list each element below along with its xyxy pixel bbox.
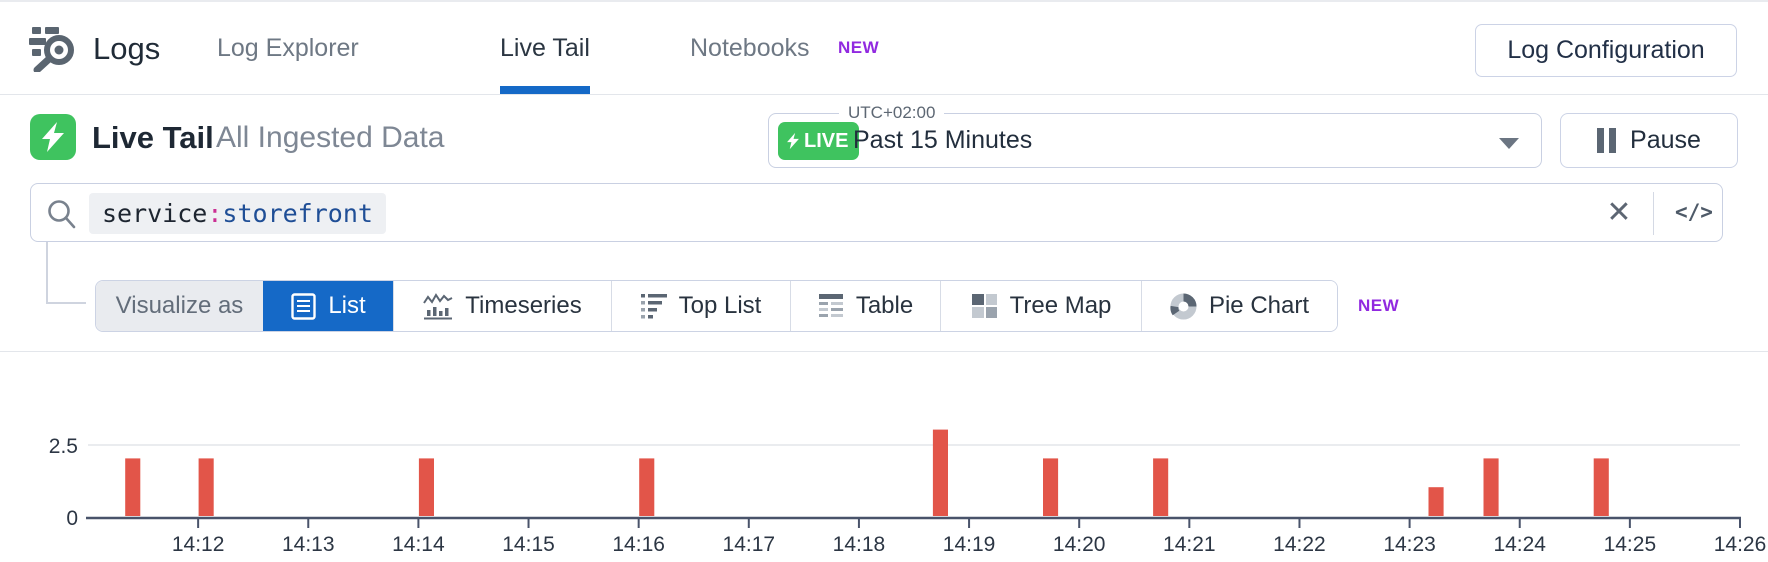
pie-chart-new-badge: NEW [1358, 296, 1399, 316]
log-volume-chart[interactable]: 0 2.5 14:12 14:13 14:14 14:15 14:16 14:17 14:18 1… [0, 362, 1768, 562]
list-icon [291, 293, 316, 320]
clear-search-icon[interactable]: ✕ [1603, 184, 1635, 243]
pause-icon [1597, 128, 1616, 153]
page-title: Live Tail [92, 120, 214, 156]
time-range-picker[interactable]: UTC+02:00 LIVE Past 15 Minutes [768, 113, 1542, 168]
tab-log-explorer[interactable]: Log Explorer [217, 2, 359, 94]
svg-text:14:21: 14:21 [1163, 533, 1216, 556]
logs-logo[interactable]: Logs [28, 26, 160, 72]
tab-live-tail[interactable]: Live Tail [500, 2, 590, 94]
logs-icon [28, 26, 78, 72]
connector-line [46, 242, 48, 304]
time-range-value: Past 15 Minutes [853, 114, 1032, 167]
svg-text:14:16: 14:16 [612, 533, 665, 556]
query-field: service [102, 199, 207, 228]
connector-line [46, 302, 86, 304]
timeseries-icon [423, 293, 453, 320]
lightning-bolt-icon [786, 132, 800, 150]
lightning-bolt-icon [40, 122, 66, 152]
app-title: Logs [93, 31, 160, 67]
svg-text:14:17: 14:17 [723, 533, 776, 556]
live-tail-icon [30, 114, 76, 160]
active-tab-underline [500, 86, 590, 94]
tab-notebooks[interactable]: Notebooks [690, 2, 810, 94]
chevron-down-icon [1499, 138, 1519, 149]
top-nav: Logs Log Explorer Live Tail Notebooks NE… [0, 0, 1768, 95]
code-view-icon[interactable]: </> [1667, 184, 1721, 243]
query-value: storefront [222, 199, 373, 228]
query-separator: : [207, 199, 222, 228]
svg-text:14:13: 14:13 [282, 533, 335, 556]
query-token[interactable]: service:storefront [89, 193, 386, 234]
log-configuration-button[interactable]: Log Configuration [1475, 24, 1737, 77]
svg-text:0: 0 [66, 507, 78, 530]
bar-chart: 0 2.5 14:12 14:13 14:14 14:15 14:16 14:17 14:18 1… [0, 362, 1768, 562]
svg-text:14:18: 14:18 [833, 533, 886, 556]
notebooks-new-badge: NEW [838, 38, 879, 58]
viz-table-button[interactable]: Table [790, 281, 940, 331]
viz-pie-chart-button[interactable]: Pie Chart [1141, 281, 1337, 331]
svg-text:14:14: 14:14 [392, 533, 445, 556]
pause-button[interactable]: Pause [1560, 113, 1738, 168]
svg-text:14:23: 14:23 [1383, 533, 1436, 556]
live-tail-page: Logs Log Explorer Live Tail Notebooks NE… [0, 0, 1768, 562]
svg-text:14:12: 14:12 [172, 533, 225, 556]
pie-chart-icon [1170, 293, 1197, 320]
svg-text:14:24: 14:24 [1493, 533, 1546, 556]
svg-text:14:20: 14:20 [1053, 533, 1106, 556]
svg-text:2.5: 2.5 [49, 435, 78, 458]
section-divider [0, 351, 1768, 352]
viz-list-button[interactable]: List [263, 281, 393, 331]
svg-text:14:22: 14:22 [1273, 533, 1326, 556]
tree-map-icon [971, 293, 998, 319]
svg-text:14:19: 14:19 [943, 533, 996, 556]
visualize-as-label: Visualize as [96, 281, 263, 331]
svg-text:14:26: 14:26 [1714, 533, 1767, 556]
svg-text:14:15: 14:15 [502, 533, 555, 556]
page-subtitle: All Ingested Data [216, 121, 444, 155]
viz-timeseries-button[interactable]: Timeseries [393, 281, 611, 331]
log-search-bar[interactable]: service:storefront ✕ </> [30, 183, 1723, 242]
search-icon [45, 198, 77, 230]
visualize-toolbar: Visualize as List Timeseries [95, 280, 1338, 332]
viz-tree-map-button[interactable]: Tree Map [940, 281, 1141, 331]
table-icon [818, 293, 844, 320]
live-badge: LIVE [778, 122, 859, 160]
top-list-icon [641, 293, 667, 319]
viz-top-list-button[interactable]: Top List [611, 281, 790, 331]
svg-text:14:25: 14:25 [1604, 533, 1657, 556]
search-bar-divider [1653, 192, 1654, 235]
